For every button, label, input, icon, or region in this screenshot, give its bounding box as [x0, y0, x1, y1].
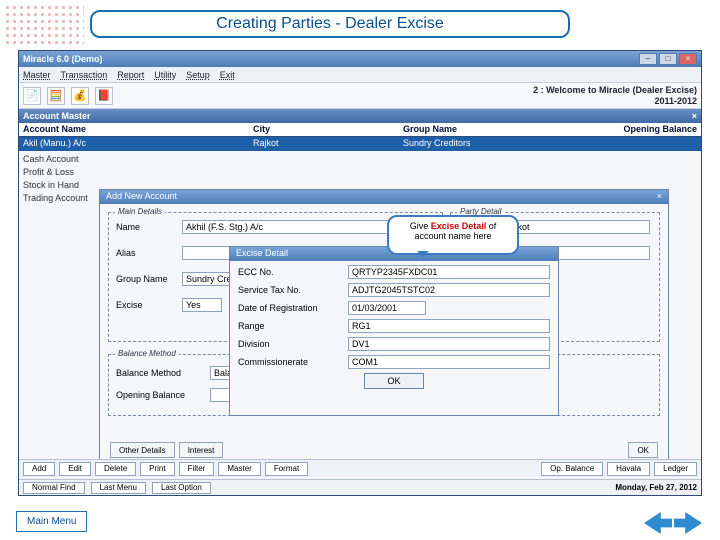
- add-account-ok-button[interactable]: OK: [628, 442, 658, 458]
- group-label: Group Name: [116, 274, 168, 284]
- minimize-button[interactable]: –: [639, 53, 657, 65]
- menu-transaction[interactable]: Transaction: [61, 70, 108, 80]
- city-input[interactable]: Rajkot: [500, 220, 650, 234]
- hint-callout: Give Excise Detail of account name here: [387, 215, 519, 255]
- col-group: Group Name: [399, 123, 549, 136]
- next-arrow-icon[interactable]: [674, 512, 702, 534]
- menu-master[interactable]: Master: [23, 70, 51, 80]
- tool-new-icon[interactable]: 📄: [23, 87, 41, 105]
- col-city: City: [249, 123, 399, 136]
- status-normal-find[interactable]: Normal Find: [23, 482, 85, 494]
- status-last-option[interactable]: Last Option: [152, 482, 211, 494]
- stax-input[interactable]: ADJTG2045TSTC02: [348, 283, 550, 297]
- list-item[interactable]: Profit & Loss: [23, 166, 697, 179]
- close-button[interactable]: ×: [679, 53, 697, 65]
- status-bar: Normal Find Last Menu Last Option Monday…: [19, 479, 701, 495]
- column-headers: Account Name City Group Name Opening Bal…: [19, 123, 701, 137]
- menu-setup[interactable]: Setup: [186, 70, 210, 80]
- row-group: Sundry Creditors: [399, 137, 549, 151]
- menu-report[interactable]: Report: [117, 70, 144, 80]
- havala-button[interactable]: Havala: [607, 462, 650, 476]
- master-button[interactable]: Master: [218, 462, 260, 476]
- op-balance-button[interactable]: Op. Balance: [541, 462, 603, 476]
- app-window: Miracle 6.0 (Demo) – □ × Master Transact…: [18, 50, 702, 496]
- div-label: Division: [238, 339, 348, 349]
- maximize-button[interactable]: □: [659, 53, 677, 65]
- range-label: Range: [238, 321, 348, 331]
- bottom-toolbar: Add Edit Delete Print Filter Master Form…: [19, 459, 701, 477]
- add-account-close-icon[interactable]: ×: [657, 191, 662, 203]
- division-input[interactable]: DV1: [348, 337, 550, 351]
- toolbar: 📄 🧮 💰 📕 2 : Welcome to Miracle (Dealer E…: [19, 83, 701, 109]
- window-title: Miracle 6.0 (Demo): [23, 54, 103, 64]
- col-account-name: Account Name: [19, 123, 249, 136]
- name-label: Name: [116, 222, 140, 232]
- row-name: Akil (Manu.) A/c: [19, 137, 249, 151]
- range-input[interactable]: RG1: [348, 319, 550, 333]
- commissionerate-input[interactable]: COM1: [348, 355, 550, 369]
- dor-input[interactable]: 01/03/2001: [348, 301, 426, 315]
- account-master-header: Account Master ×: [19, 109, 701, 123]
- col-opening-balance: Opening Balance: [549, 123, 701, 136]
- list-item[interactable]: Cash Account: [23, 153, 697, 166]
- prev-arrow-icon[interactable]: [644, 512, 672, 534]
- other-details-button[interactable]: Other Details: [110, 442, 175, 458]
- main-menu-button[interactable]: Main Menu: [16, 511, 87, 532]
- welcome-text: 2 : Welcome to Miracle (Dealer Excise) 2…: [119, 85, 697, 107]
- main-details-label: Main Details: [115, 207, 165, 216]
- stax-label: Service Tax No.: [238, 285, 348, 295]
- interest-button[interactable]: Interest: [179, 442, 224, 458]
- account-master-title: Account Master: [23, 111, 91, 121]
- filter-button[interactable]: Filter: [179, 462, 215, 476]
- add-button[interactable]: Add: [23, 462, 55, 476]
- edit-button[interactable]: Edit: [59, 462, 91, 476]
- excise-label: Excise: [116, 300, 143, 310]
- status-date: Monday, Feb 27, 2012: [615, 483, 697, 492]
- bal-method-label: Balance Method: [116, 368, 181, 378]
- ecc-input[interactable]: QRTYP2345FXDC01: [348, 265, 550, 279]
- group-input[interactable]: Sundry Creditors: [182, 272, 234, 286]
- add-account-title: Add New Account ×: [100, 190, 668, 204]
- format-button[interactable]: Format: [265, 462, 308, 476]
- menu-exit[interactable]: Exit: [220, 70, 235, 80]
- alias-label: Alias: [116, 248, 136, 258]
- opening-label: Opening Balance: [116, 390, 185, 400]
- excise-detail-dialog: Excise Detail ECC No.QRTYP2345FXDC01 Ser…: [229, 246, 559, 416]
- excise-ok-button[interactable]: OK: [364, 373, 424, 389]
- tool-calc-icon[interactable]: 🧮: [47, 87, 65, 105]
- print-button[interactable]: Print: [140, 462, 174, 476]
- titlebar: Miracle 6.0 (Demo) – □ ×: [19, 51, 701, 67]
- slide-title: Creating Parties - Dealer Excise: [90, 10, 570, 38]
- menubar: Master Transaction Report Utility Setup …: [19, 67, 701, 83]
- comm-label: Commissionerate: [238, 357, 348, 367]
- selected-row[interactable]: Akil (Manu.) A/c Rajkot Sundry Creditors: [19, 137, 701, 151]
- excise-select[interactable]: Yes: [182, 298, 222, 312]
- tool-book-icon[interactable]: 📕: [95, 87, 113, 105]
- menu-utility[interactable]: Utility: [154, 70, 176, 80]
- ledger-button[interactable]: Ledger: [654, 462, 697, 476]
- dor-label: Date of Registration: [238, 303, 348, 313]
- status-last-menu[interactable]: Last Menu: [91, 482, 146, 494]
- nav-arrows: [644, 512, 702, 534]
- delete-button[interactable]: Delete: [95, 462, 136, 476]
- balance-section-label: Balance Method: [115, 349, 179, 358]
- ecc-label: ECC No.: [238, 267, 348, 277]
- account-master-close-icon[interactable]: ×: [692, 111, 697, 121]
- row-city: Rajkot: [249, 137, 399, 151]
- tool-bag-icon[interactable]: 💰: [71, 87, 89, 105]
